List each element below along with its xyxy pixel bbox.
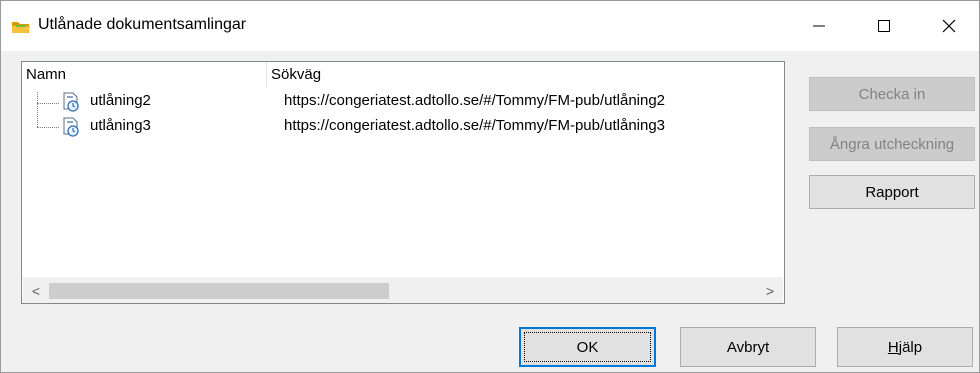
checked-out-list[interactable]: Namn Sökväg utlåning2 https://congeriate… [21,61,785,304]
scrollbar-thumb[interactable] [49,283,389,299]
chevron-left-icon: < [31,283,41,299]
ok-button[interactable]: OK [519,327,656,367]
scroll-right-button[interactable]: > [757,278,783,304]
minimize-button[interactable] [796,1,842,51]
chevron-right-icon: > [765,283,775,299]
column-header-path[interactable]: Sökväg [267,62,784,88]
tree-line [37,103,59,104]
close-button[interactable] [926,1,972,51]
minimize-icon [813,25,825,27]
horizontal-scrollbar[interactable]: < > [23,277,783,303]
list-item-path[interactable]: https://congeriatest.adtollo.se/#/Tommy/… [284,92,665,109]
list-item-path[interactable]: https://congeriatest.adtollo.se/#/Tommy/… [284,117,665,134]
maximize-button[interactable] [861,1,907,51]
list-item-name[interactable]: utlåning3 [90,117,151,134]
folder-icon [12,22,30,33]
maximize-icon [878,20,890,32]
dialog-window: Utlånade dokumentsamlingar Namn Sökväg u… [0,0,980,373]
help-button-label: jälp [898,338,923,356]
checked-out-document-icon [63,117,79,137]
focus-rectangle [524,332,651,362]
window-title: Utlånade dokumentsamlingar [38,16,247,33]
scroll-left-button[interactable]: < [23,278,49,304]
help-button[interactable]: Hjälp [837,327,973,367]
checked-out-document-icon [63,92,79,112]
close-icon [942,19,956,33]
help-button-mnemonic: H [887,338,899,356]
cancel-button[interactable]: Avbryt [680,327,816,367]
title-bar[interactable]: Utlånade dokumentsamlingar [1,1,979,51]
column-header-name[interactable]: Namn [22,62,267,88]
checkin-button[interactable]: Checka in [809,77,975,111]
undo-checkout-button[interactable]: Ångra utcheckning [809,127,975,161]
tree-line [37,127,59,128]
list-item-name[interactable]: utlåning2 [90,92,151,109]
report-button[interactable]: Rapport [809,175,975,209]
tree-line [37,92,38,127]
